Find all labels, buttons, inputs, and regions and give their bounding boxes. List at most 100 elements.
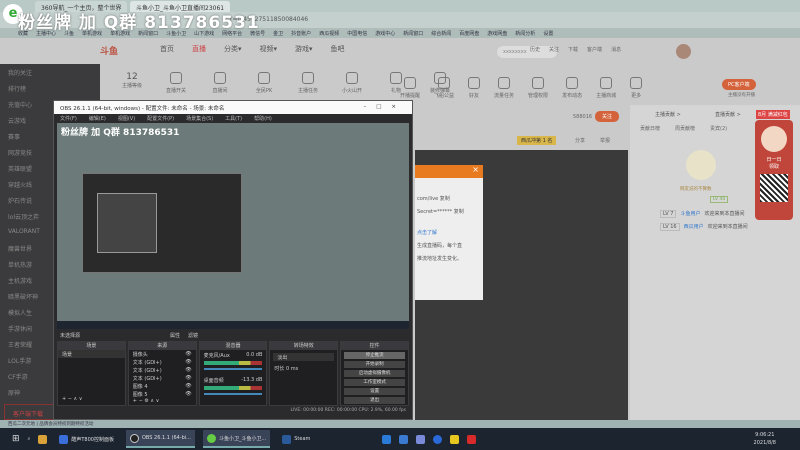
scene-toolbar[interactable]: + − ∧ ∨ bbox=[58, 396, 125, 402]
properties-button[interactable]: 属性 bbox=[170, 333, 180, 339]
tool-item[interactable]: 主播任务 bbox=[296, 72, 320, 94]
source-item[interactable]: 图像 5 👁 bbox=[129, 390, 196, 398]
app-icon[interactable] bbox=[382, 434, 392, 444]
menu-item[interactable]: 文件(F) bbox=[60, 115, 77, 122]
avatar[interactable] bbox=[676, 44, 691, 59]
menu-item[interactable]: 配置文件(P) bbox=[147, 115, 174, 122]
app-icon[interactable] bbox=[450, 434, 460, 444]
visibility-icon[interactable]: 👁 bbox=[185, 383, 191, 389]
app-icon[interactable] bbox=[399, 434, 409, 444]
sidebar-item[interactable]: 排行榜 bbox=[0, 80, 100, 96]
promo-banner[interactable]: 8月 满减红包 bbox=[756, 110, 790, 119]
menu-item[interactable]: 工具(T) bbox=[225, 115, 242, 122]
copy-button[interactable]: 复制 bbox=[440, 196, 450, 202]
nav-item[interactable]: 游戏▾ bbox=[295, 44, 313, 54]
tool-item[interactable]: 飞船公益 bbox=[434, 77, 454, 99]
control-button-3[interactable]: 工作室模式 bbox=[344, 379, 405, 386]
nav-item[interactable]: 首页 bbox=[160, 44, 174, 54]
tool-item[interactable]: 主播商城 bbox=[596, 77, 616, 99]
header-icon[interactable]: 下载 bbox=[568, 46, 578, 53]
volume-slider[interactable] bbox=[203, 368, 263, 370]
bookmark[interactable]: 西瓜视频 bbox=[319, 30, 339, 37]
bookmark[interactable]: 新闻窗口 bbox=[403, 30, 423, 37]
learn-link[interactable]: 点击了解 bbox=[415, 226, 483, 239]
bookmark[interactable]: 游戏中心 bbox=[375, 30, 395, 37]
nav-item[interactable]: 鱼吧 bbox=[331, 44, 345, 54]
tool-item[interactable]: 发布动态 bbox=[562, 77, 582, 99]
rank-link[interactable]: 主播贡献 > bbox=[655, 111, 681, 118]
visibility-icon[interactable]: 👁 bbox=[185, 359, 191, 365]
menu-item[interactable]: 视图(V) bbox=[118, 115, 135, 122]
control-button-5[interactable]: 退出 bbox=[344, 397, 405, 404]
tool-item[interactable]: 12 主播等级 bbox=[120, 72, 144, 94]
visibility-icon[interactable]: 👁 bbox=[185, 351, 191, 357]
app-icon[interactable] bbox=[416, 434, 426, 444]
control-button-0[interactable]: 停止推流 bbox=[344, 352, 405, 359]
header-icon[interactable]: 历史 bbox=[530, 46, 540, 53]
visibility-icon[interactable]: 👁 bbox=[185, 391, 191, 397]
tool-item[interactable]: 开播提醒 bbox=[400, 77, 420, 99]
source-item[interactable]: 文本 (GDI+) 👁 bbox=[129, 358, 196, 366]
visibility-icon[interactable]: 👁 bbox=[185, 367, 191, 373]
report-link[interactable]: 举报 bbox=[600, 137, 610, 144]
tool-item[interactable]: 小火山开 bbox=[340, 72, 364, 94]
header-icon[interactable]: 消息 bbox=[611, 46, 621, 53]
tool-item[interactable]: 更多 bbox=[630, 77, 643, 99]
scene-item[interactable]: 场景 bbox=[58, 350, 125, 358]
username[interactable]: 西瓜用户 bbox=[684, 224, 704, 230]
share-link[interactable]: 分享 bbox=[575, 137, 585, 144]
menu-item[interactable]: 帮助(H) bbox=[254, 115, 272, 122]
rank-tab[interactable]: 周贡献榜 bbox=[675, 125, 695, 132]
follow-button[interactable]: 关注 bbox=[595, 111, 620, 122]
source-item[interactable]: 文本 (GDI+) 👁 bbox=[129, 374, 196, 382]
obs-preview[interactable]: 粉丝牌 加 Q群 813786531 bbox=[57, 123, 409, 329]
tool-item[interactable]: 好友 bbox=[468, 77, 481, 99]
tool-item[interactable]: 直播间 bbox=[208, 72, 232, 94]
rank-link[interactable]: 直播贡献 > bbox=[715, 111, 741, 118]
menu-item[interactable]: 场景集合(S) bbox=[186, 115, 213, 122]
source-item[interactable]: 文本 (GDI+) 👁 bbox=[129, 366, 196, 374]
source-toolbar[interactable]: + − ⚙ ∧ ∨ bbox=[129, 398, 196, 404]
key-field[interactable]: Secret=****** bbox=[417, 209, 452, 215]
volume-slider[interactable] bbox=[203, 393, 263, 395]
bookmark[interactable]: 抖音账户 bbox=[291, 30, 311, 37]
taskbar-item-browser[interactable]: 斗鱼小卫_斗鱼小卫... bbox=[202, 430, 271, 448]
duration-input[interactable]: 0 ms bbox=[286, 366, 298, 372]
tool-item[interactable]: 流量任务 bbox=[494, 77, 514, 99]
pc-client-button[interactable]: PC客户端 bbox=[722, 79, 756, 90]
tool-item[interactable]: 直播开关 bbox=[164, 72, 188, 94]
app-icon[interactable] bbox=[433, 434, 443, 444]
bookmark[interactable]: 游戏网盘 bbox=[487, 30, 507, 37]
bookmark[interactable]: 百度网盘 bbox=[459, 30, 479, 37]
control-button-2[interactable]: 启动虚拟摄像机 bbox=[344, 370, 405, 377]
sidebar-item[interactable]: 我的关注 bbox=[0, 64, 100, 80]
ad-banner[interactable]: 日一日 领取 bbox=[755, 120, 793, 220]
taskbar-item-obs[interactable]: OBS 26.1.1 (64-bi... bbox=[125, 430, 195, 448]
header-icon[interactable]: 客户端 bbox=[587, 46, 602, 53]
bookmark[interactable]: 综合新闻 bbox=[431, 30, 451, 37]
tool-item[interactable]: 全民PK bbox=[252, 72, 276, 94]
source-item[interactable]: 摄像头 👁 bbox=[129, 350, 196, 358]
window-controls[interactable]: –□× bbox=[363, 104, 406, 111]
taskbar-item[interactable]: 酷声T800控制面板 bbox=[55, 430, 118, 448]
search-icon[interactable]: ⌕ bbox=[28, 436, 31, 442]
start-icon[interactable]: ⊞ bbox=[12, 434, 20, 444]
control-button-1[interactable]: 开始录制 bbox=[344, 361, 405, 368]
bookmark[interactable]: 设置 bbox=[543, 30, 553, 37]
header-icon[interactable]: 关注 bbox=[549, 46, 559, 53]
tool-item[interactable]: 管理权限 bbox=[528, 77, 548, 99]
menu-item[interactable]: 编辑(E) bbox=[89, 115, 106, 122]
nav-item[interactable]: 视频▾ bbox=[260, 44, 278, 54]
clock[interactable]: 9:06:21 2021/8/8 bbox=[754, 431, 776, 447]
visibility-icon[interactable]: 👁 bbox=[185, 375, 191, 381]
filters-button[interactable]: 滤镜 bbox=[188, 333, 198, 339]
nav-item[interactable]: 直播 bbox=[192, 44, 206, 54]
rank-tab[interactable]: 贡献日榜 bbox=[640, 125, 660, 132]
control-button-4[interactable]: 设置 bbox=[344, 388, 405, 395]
file-explorer-icon[interactable] bbox=[38, 434, 48, 444]
transition-select[interactable]: 淡出 bbox=[273, 353, 335, 361]
site-logo[interactable]: 斗鱼 bbox=[100, 44, 118, 57]
rank-tab[interactable]: 贵宾(2) bbox=[710, 125, 727, 132]
bookmark[interactable]: 新闻分析 bbox=[515, 30, 535, 37]
taskbar-item-steam[interactable]: Steam bbox=[278, 430, 314, 448]
